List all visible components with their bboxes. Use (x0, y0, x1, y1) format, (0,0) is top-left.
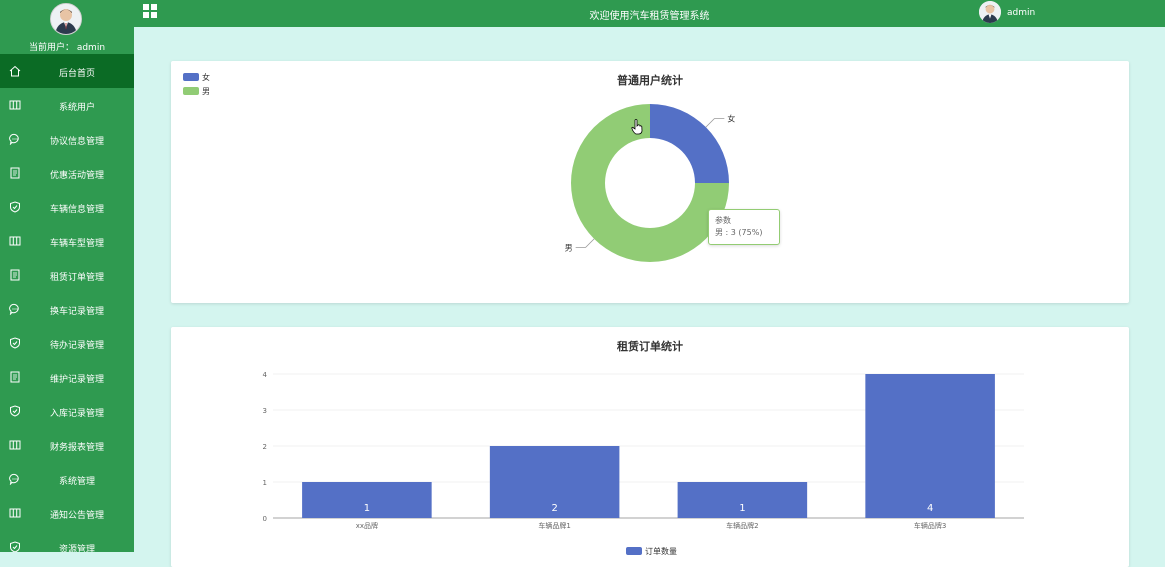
sidebar-item-8[interactable]: 换车记录管理 (0, 292, 134, 326)
header-username[interactable]: admin (1007, 8, 1035, 18)
tooltip-title: 参数 (715, 216, 731, 225)
x-tick-label: 车辆品牌2 (726, 521, 758, 530)
pie-slice-label: 男 (565, 243, 573, 252)
sidebar-item-label: 资源管理 (58, 545, 95, 552)
bar-value-label: 4 (927, 503, 933, 514)
sidebar-item-10[interactable]: 维护记录管理 (0, 360, 134, 394)
sidebar-item-11[interactable]: 入库记录管理 (0, 394, 134, 428)
sidebar-item-label: 维护记录管理 (49, 375, 104, 385)
sidebar-item-label: 优惠活动管理 (49, 171, 104, 181)
user-avatar-icon (979, 1, 1001, 23)
x-tick-label: 车辆品牌1 (538, 521, 570, 530)
sidebar-item-4[interactable]: 优惠活动管理 (0, 156, 134, 190)
sidebar-item-12[interactable]: 财务报表管理 (0, 428, 134, 462)
hand-cursor-icon (631, 119, 643, 135)
sidebar-item-label: 待办记录管理 (49, 341, 104, 351)
sidebar-item-15[interactable]: 资源管理 (0, 530, 134, 552)
y-tick-label: 1 (263, 479, 267, 487)
current-user-label: 当前用户： admin (28, 43, 106, 53)
sidebar-item-label: 车辆车型管理 (49, 239, 104, 249)
sidebar-item-label: 财务报表管理 (49, 443, 104, 453)
sidebar-item-label: 协议信息管理 (49, 137, 104, 147)
sidebar-item-label: 通知公告管理 (49, 511, 104, 521)
y-tick-label: 0 (263, 515, 267, 523)
sidebar: 当前用户： admin 后台首页系统用户协议信息管理 优惠活动管理 车辆信息管理 车辆… (0, 0, 134, 552)
y-tick-label: 2 (263, 443, 267, 451)
sidebar-header: 当前用户： admin (0, 0, 134, 54)
legend-item[interactable]: 订单数量 (626, 546, 706, 560)
sidebar-item-7[interactable]: 租赁订单管理 (0, 258, 134, 292)
pie-label-line (705, 118, 725, 128)
sidebar-item-label: 系统用户 (58, 103, 95, 113)
pie-label-line (575, 238, 595, 248)
bar-chart: 0 1 2 3 4 1 xx品牌 2 车辆品牌1 1 车辆品牌2 4 车辆品牌3 (263, 371, 1024, 530)
x-tick-label: 车辆品牌3 (914, 521, 946, 530)
sidebar-item-label: 换车记录管理 (49, 307, 104, 317)
sidebar-item-1[interactable]: 后台首页 (0, 54, 134, 88)
y-tick-label: 3 (263, 407, 267, 415)
y-tick-label: 4 (263, 371, 268, 379)
tooltip-body: 男 : 3 (75%) (715, 228, 763, 237)
user-stats-card: 普通用户统计 女男 女男 参数 男 : 3 (75%) (171, 61, 1129, 303)
sidebar-item-9[interactable]: 待办记录管理 (0, 326, 134, 360)
x-tick-label: xx品牌 (356, 521, 378, 530)
sidebar-item-label: 系统管理 (58, 477, 95, 487)
pie-chart: 女男 (565, 104, 735, 262)
chart-tooltip: 参数 男 : 3 (75%) (708, 209, 780, 245)
bar-value-label: 1 (739, 503, 745, 514)
legend-swatch (626, 547, 642, 555)
sidebar-item-2[interactable]: 系统用户 (0, 88, 134, 122)
bar-legend: 订单数量 (626, 546, 706, 560)
avatar[interactable] (50, 3, 82, 35)
sidebar-menu: 后台首页系统用户协议信息管理 优惠活动管理 车辆信息管理 车辆车型管理 租赁订单管理 换车… (0, 54, 134, 552)
sidebar-item-14[interactable]: 通知公告管理 (0, 496, 134, 530)
order-stats-card: 租赁订单统计 0 1 2 3 4 1 xx品牌 2 车辆品牌1 1 车辆品牌2 4 车辆品牌3 订单数量 (171, 327, 1129, 567)
sidebar-item-label: 车辆信息管理 (49, 205, 104, 215)
sidebar-item-label: 入库记录管理 (49, 409, 104, 419)
bar-4[interactable] (865, 374, 995, 518)
header-avatar[interactable] (979, 1, 1001, 23)
pie-slice-1[interactable] (650, 104, 729, 183)
sidebar-item-6[interactable]: 车辆车型管理 (0, 224, 134, 258)
sidebar-item-label: 后台首页 (58, 69, 95, 79)
sidebar-item-label: 租赁订单管理 (49, 273, 104, 283)
sidebar-item-5[interactable]: 车辆信息管理 (0, 190, 134, 224)
pie-slice-label: 女 (727, 114, 735, 124)
sidebar-item-13[interactable]: 系统管理 (0, 462, 134, 496)
user-avatar-icon (51, 4, 81, 34)
top-bar: 欢迎使用汽车租赁管理系统 admin (134, 0, 1165, 27)
bar-value-label: 2 (551, 503, 557, 514)
sidebar-item-3[interactable]: 协议信息管理 (0, 122, 134, 156)
bar-value-label: 1 (364, 503, 370, 514)
